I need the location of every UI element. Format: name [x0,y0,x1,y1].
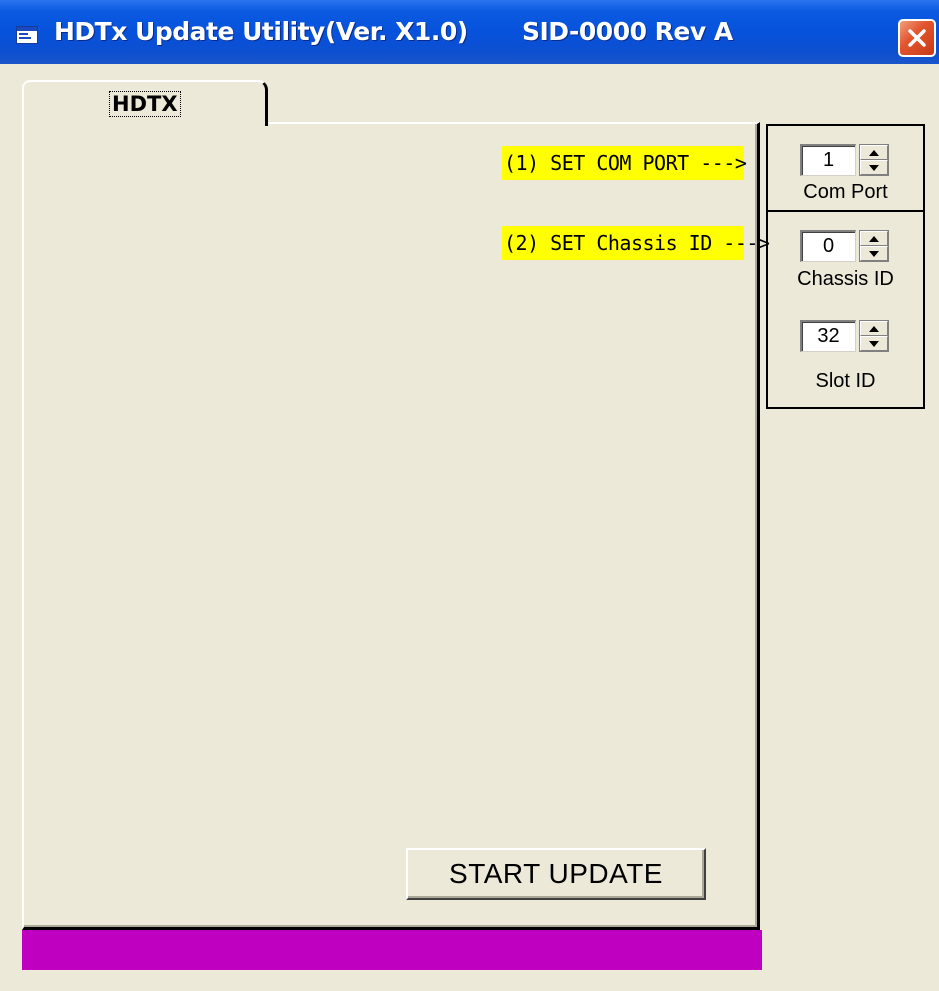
com-port-label: Com Port [803,181,888,203]
id-settings-frame: 0 Chassis ID 32 Slot ID [766,210,925,409]
start-update-button[interactable]: START UPDATE [406,848,706,900]
chassis-id-input[interactable]: 0 [800,230,856,262]
app-window-icon[interactable] [16,26,38,44]
window-title: HDTx Update Utility(Ver. X1.0) [54,17,468,46]
chassis-id-down-button[interactable] [860,246,888,261]
chassis-id-spin-buttons [859,230,889,262]
instruction-set-com-port: (1) SET COM PORT ---> [502,146,747,180]
instruction-set-chassis-id: (2) SET Chassis ID ---> [502,226,770,260]
tab-hdtx-label: HDTX [109,91,181,117]
close-icon [908,29,926,47]
slot-id-up-button[interactable] [860,321,888,336]
slot-id-down-button[interactable] [860,336,888,351]
arrow-down-icon [869,250,879,257]
chassis-id-spinner: 0 [800,230,889,262]
close-button[interactable] [898,19,936,57]
com-port-up-button[interactable] [860,145,888,160]
slot-id-spinner: 32 [800,320,889,352]
arrow-down-icon [869,164,879,171]
chassis-id-label: Chassis ID [797,268,894,290]
arrow-up-icon [869,235,879,242]
tab-panel-hdtx: (1) SET COM PORT ---> (2) SET Chassis ID… [22,122,770,930]
com-port-down-button[interactable] [860,160,888,175]
tab-hdtx[interactable]: HDTX [22,80,268,126]
status-bar [22,930,762,970]
arrow-up-icon [869,149,879,156]
arrow-down-icon [869,340,879,347]
com-port-frame: 1 Com Port [766,124,925,212]
window-revision: SID-0000 Rev A [522,17,733,46]
title-bar[interactable]: HDTx Update Utility(Ver. X1.0) SID-0000 … [0,0,939,64]
chassis-id-up-button[interactable] [860,231,888,246]
slot-id-label: Slot ID [815,370,876,392]
slot-id-input[interactable]: 32 [800,320,856,352]
com-port-input[interactable]: 1 [800,144,856,176]
com-port-spin-buttons [859,144,889,176]
arrow-up-icon [869,325,879,332]
slot-id-spin-buttons [859,320,889,352]
com-port-spinner: 1 [800,144,889,176]
